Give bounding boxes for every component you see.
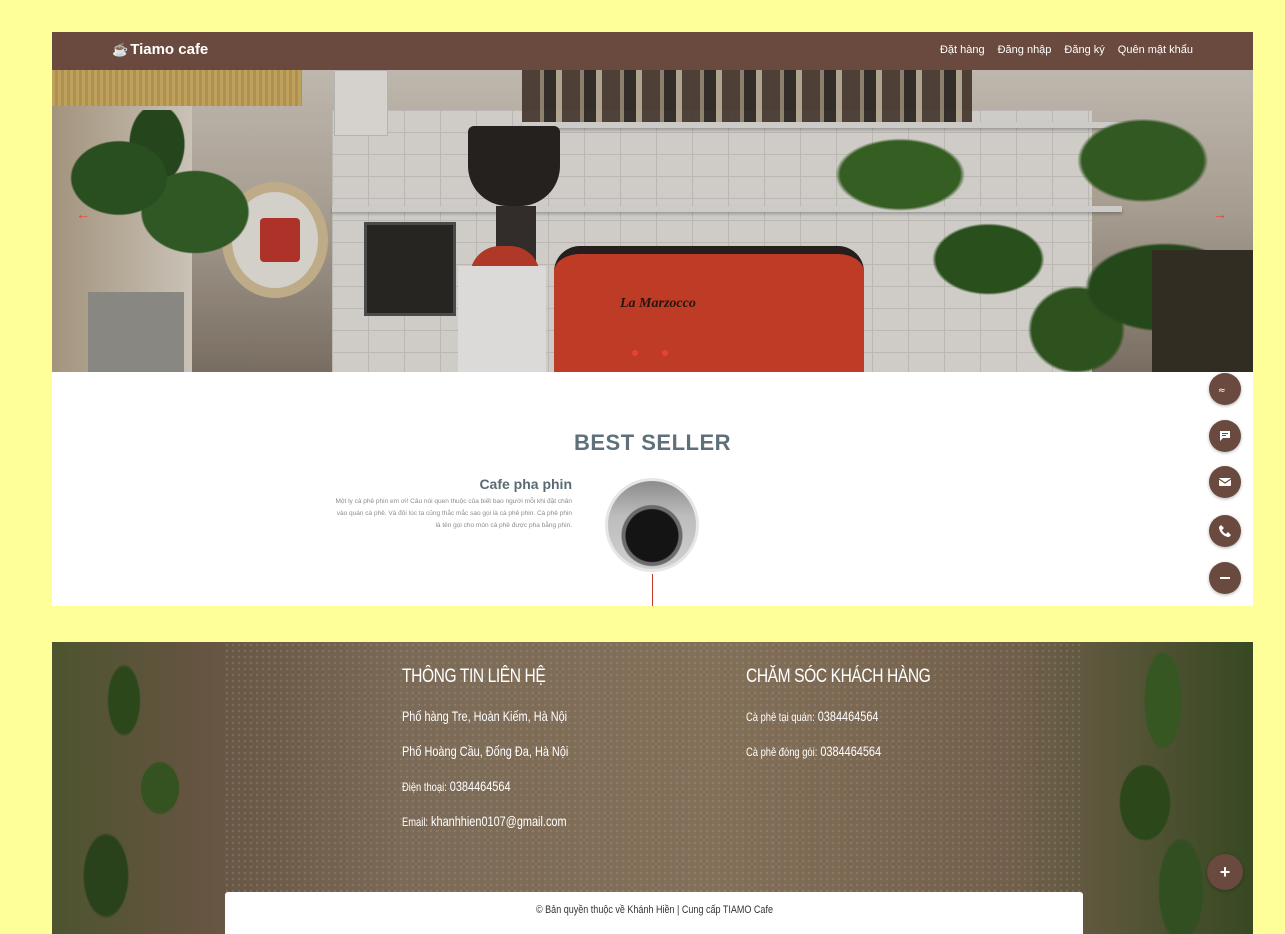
footer-contact-column: THÔNG TIN LIÊN HỆ Phố hàng Tre, Hoàn Kiế… xyxy=(402,666,615,848)
contact-email: Email: khanhhien0107@gmail.com xyxy=(402,813,568,829)
product-description: Một ly cà phê phin em ơi! Câu nói quen t… xyxy=(335,498,572,529)
svg-text:≈: ≈ xyxy=(1218,386,1226,396)
nav-link-login[interactable]: Đăng nhập xyxy=(998,44,1052,56)
coffee-cup-icon: ☕ xyxy=(112,41,129,57)
care-line-2-value[interactable]: 0384464564 xyxy=(820,743,881,759)
nav-link-register[interactable]: Đăng ký xyxy=(1064,44,1104,56)
phone-icon[interactable] xyxy=(1209,515,1241,547)
footer: THÔNG TIN LIÊN HỆ Phố hàng Tre, Hoàn Kiế… xyxy=(52,642,1253,934)
care-line-1: Cà phê tại quán: 0384464564 xyxy=(746,708,921,724)
zalo-icon[interactable]: ≈ xyxy=(1209,373,1241,405)
care-line-1-label: Cà phê tại quán: xyxy=(746,710,815,724)
carousel-dots xyxy=(632,350,668,356)
care-line-1-value[interactable]: 0384464564 xyxy=(818,708,879,724)
product-name: Cafe pha phin xyxy=(479,476,572,492)
copyright-text: © Bản quyền thuộc về Khánh Hiền | Cung c… xyxy=(535,904,773,916)
contact-phone-label: Điện thoại: xyxy=(402,780,447,794)
product-image xyxy=(605,478,699,572)
brand-logo[interactable]: ☕ Tiamo cafe xyxy=(112,41,208,58)
footer-care-column: CHĂM SÓC KHÁCH HÀNG Cà phê tại quán: 038… xyxy=(746,666,971,778)
arrow-left-icon[interactable]: ← xyxy=(76,206,90,222)
mail-icon[interactable] xyxy=(1209,466,1241,498)
copyright-bar: © Bản quyền thuộc về Khánh Hiền | Cung c… xyxy=(225,892,1083,934)
nav-link-order[interactable]: Đặt hàng xyxy=(940,44,985,56)
timeline-line xyxy=(652,574,653,606)
product-info: Cafe pha phin Một ly cà phê phin em ơi! … xyxy=(332,476,572,532)
nav-link-forgot-password[interactable]: Quên mật khẩu xyxy=(1118,44,1193,56)
contact-title: THÔNG TIN LIÊN HỆ xyxy=(402,666,546,687)
contact-email-value[interactable]: khanhhien0107@gmail.com xyxy=(431,813,567,829)
carousel-dot-1[interactable] xyxy=(632,350,638,356)
contact-phone-value[interactable]: 0384464564 xyxy=(450,778,511,794)
page-top-section: ☕ Tiamo cafe Đặt hàng Đăng nhập Đăng ký … xyxy=(52,32,1253,606)
care-title: CHĂM SÓC KHÁCH HÀNG xyxy=(746,666,931,687)
contact-phone: Điện thoại: 0384464564 xyxy=(402,778,568,794)
care-line-2-label: Cà phê đóng gói: xyxy=(746,745,818,759)
footer-overlay xyxy=(52,642,1253,934)
carousel-dot-2[interactable] xyxy=(662,350,668,356)
contact-address-1: Phố hàng Tre, Hoàn Kiếm, Hà Nội xyxy=(402,708,568,724)
chat-icon[interactable] xyxy=(1209,420,1241,452)
hero-carousel: La Marzocco ← → xyxy=(52,70,1253,372)
arrow-right-icon[interactable]: → xyxy=(1213,206,1227,222)
care-line-2: Cà phê đóng gói: 0384464564 xyxy=(746,743,921,759)
plus-icon[interactable]: + xyxy=(1207,854,1243,890)
best-seller-title: BEST SELLER xyxy=(573,430,732,455)
nav-links: Đặt hàng Đăng nhập Đăng ký Quên mật khẩu xyxy=(940,44,1193,56)
hero-overlay xyxy=(52,70,1253,372)
contact-email-label: Email: xyxy=(402,815,429,829)
minus-icon[interactable] xyxy=(1209,562,1241,594)
navbar: ☕ Tiamo cafe Đặt hàng Đăng nhập Đăng ký … xyxy=(52,32,1253,70)
brand-name: Tiamo cafe xyxy=(130,41,209,58)
contact-address-2: Phố Hoàng Cầu, Đống Đa, Hà Nội xyxy=(402,743,569,759)
